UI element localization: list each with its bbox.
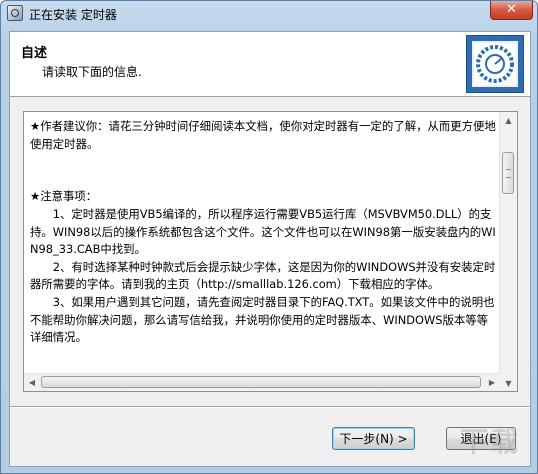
scroll-down-icon[interactable]: ▼ — [501, 375, 516, 391]
horizontal-scroll-thumb[interactable] — [41, 376, 481, 388]
installer-app-icon — [7, 5, 23, 21]
wizard-body: 自述 请读取下面的信息. ★作者建议你：请花三分钟时间仔细阅读本文档，使你对定时… — [9, 31, 531, 467]
scroll-up-icon[interactable]: ▲ — [501, 112, 516, 128]
installer-window: 正在安装 定时器 ✕ 自述 请读取下面的信息. ★作者建议你：请花三分钟时间仔细… — [0, 0, 538, 474]
timer-logo-icon — [466, 35, 524, 93]
wizard-header: 自述 请读取下面的信息. — [10, 32, 530, 97]
page-title: 自述 — [21, 46, 48, 61]
horizontal-scrollbar[interactable]: ◀ ▶ — [24, 373, 500, 391]
scroll-right-icon[interactable]: ▶ — [484, 374, 500, 390]
vertical-scrollbar[interactable]: ▲ ▼ — [499, 112, 517, 391]
window-title: 正在安装 定时器 — [29, 8, 117, 22]
watermark-logo: 下载 — [459, 425, 520, 458]
readme-textbox[interactable]: ★作者建议你：请花三分钟时间仔细阅读本文档，使你对定时器有一定的了解，从而更方便… — [23, 111, 518, 392]
vertical-scroll-thumb[interactable] — [502, 152, 514, 194]
close-button[interactable]: ✕ — [490, 1, 533, 20]
readme-text: ★作者建议你：请花三分钟时间仔细阅读本文档，使你对定时器有一定的了解，从而更方便… — [30, 119, 496, 391]
next-button[interactable]: 下一步(N) > — [332, 427, 415, 450]
footer-divider — [10, 406, 530, 408]
title-bar[interactable]: 正在安装 定时器 ✕ — [1, 1, 538, 27]
scroll-left-icon[interactable]: ◀ — [24, 374, 40, 390]
page-subtitle: 请读取下面的信息. — [42, 65, 142, 79]
